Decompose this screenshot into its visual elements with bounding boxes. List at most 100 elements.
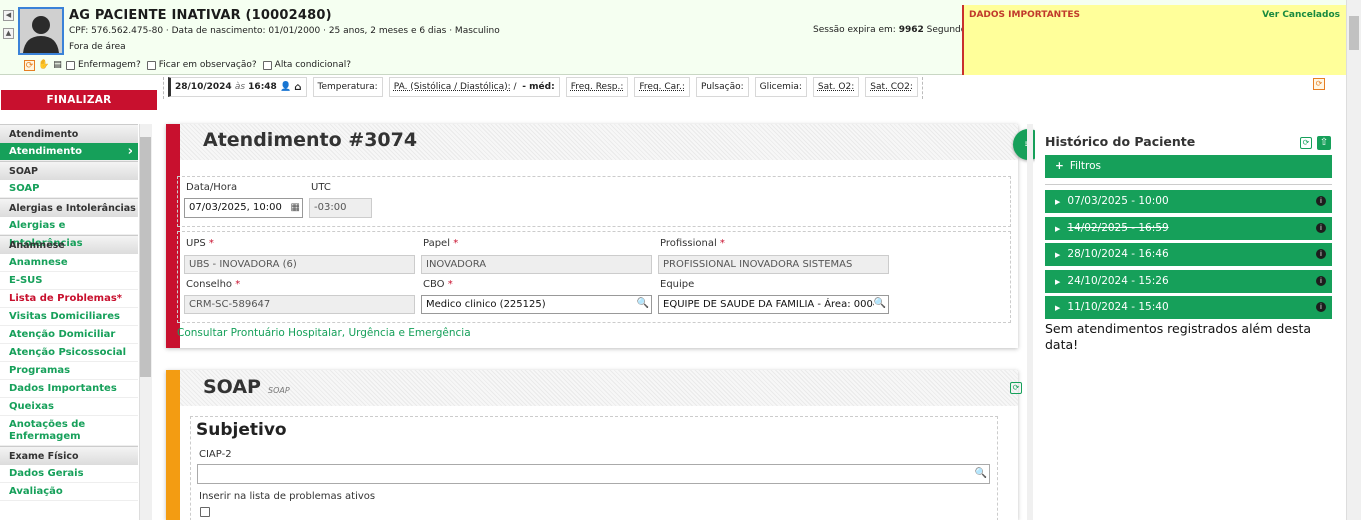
profissional-input[interactable]: PROFISSIONAL INOVADORA SISTEMAS	[658, 255, 889, 274]
sidebar-section-header: SOAP	[0, 161, 138, 180]
sidebar-item[interactable]: Atenção Psicossocial	[0, 344, 138, 362]
cbo-input[interactable]: Medico clinico (225125) 🔍	[421, 295, 652, 314]
sidebar-item[interactable]: Lista de Problemas*	[0, 290, 138, 308]
vital-temperatura[interactable]: Temperatura:	[312, 77, 383, 97]
info-icon[interactable]: i	[1316, 275, 1326, 286]
session-timer: Sessão expira em: 9962 Segundos	[813, 25, 971, 35]
equipe-input[interactable]: EQUIPE DE SAUDE DA FAMILIA - Área: 0004 …	[658, 295, 889, 314]
history-entry[interactable]: ▶ 24/10/2024 - 15:26 i	[1045, 269, 1332, 293]
vital-glicemia[interactable]: Glicemia:	[754, 77, 807, 97]
view-cancelled-link[interactable]: Ver Cancelados	[1262, 10, 1340, 20]
important-data-title: DADOS IMPORTANTES	[969, 10, 1080, 20]
refresh-icon[interactable]: ⟳	[24, 59, 35, 71]
insert-problem-checkbox[interactable]	[200, 507, 210, 517]
vital-pa-med: - méd:	[522, 82, 555, 92]
home-icon[interactable]: ⌂	[294, 82, 301, 93]
collapse-up-icon[interactable]: ▲	[3, 28, 14, 39]
professional-fieldset: UPS * UBS - INOVADORA (6) Papel * INOVAD…	[177, 231, 1011, 323]
vitals-refresh-icon[interactable]: ⟳	[1313, 78, 1325, 90]
sidebar-item[interactable]: Atenção Domiciliar	[0, 326, 138, 344]
history-refresh-icon[interactable]: ⟳	[1300, 137, 1312, 149]
vital-freq-resp[interactable]: Freq. Resp.:	[565, 77, 629, 97]
sidebar-menu: Atendimento Atendimento › SOAP SOAP Alergias …	[0, 124, 138, 520]
vital-sat-o2[interactable]: Sat. O2:	[812, 77, 860, 97]
history-title: Histórico do Paciente	[1045, 134, 1196, 149]
utc-input[interactable]: -03:00	[309, 198, 372, 218]
vitals-datetime: 28/10/2024 às 16:48 👤 ⌂	[168, 77, 307, 97]
vital-label: PA. (Sistólica / Diastólica):	[393, 82, 511, 92]
sidebar-item[interactable]: Dados Gerais	[0, 465, 138, 483]
insert-problem-label: Inserir na lista de problemas ativos	[199, 491, 376, 502]
search-icon[interactable]: 🔍	[873, 298, 886, 310]
history-entry[interactable]: ▶ 14/02/2025 - 16:59 i	[1045, 216, 1332, 240]
calendar-icon[interactable]: ▦	[291, 202, 300, 214]
history-entry[interactable]: ▶ 11/10/2024 - 15:40 i	[1045, 296, 1332, 319]
filters-label: Filtros	[1069, 160, 1102, 172]
alta-checkbox[interactable]	[262, 60, 272, 70]
search-icon[interactable]: 🔍	[975, 468, 987, 480]
vital-label: Pulsação:	[700, 82, 744, 92]
sidebar-item[interactable]: Dados Importantes	[0, 380, 138, 398]
sidebar-item[interactable]: Atendimento ›	[0, 143, 138, 161]
sidebar-item[interactable]: Visitas Domiciliares	[0, 308, 138, 326]
history-upload-icon[interactable]: ⇧	[1317, 136, 1331, 150]
patient-header: ◀ ▲ AG PACIENTE INATIVAR (10002480) CPF:…	[0, 0, 1361, 75]
history-separator	[1045, 184, 1332, 185]
search-icon[interactable]: 🔍	[637, 298, 649, 310]
soap-accent-bar	[166, 370, 180, 520]
page-scrollbar[interactable]	[1346, 75, 1361, 520]
ciap-label: CIAP-2	[199, 449, 232, 460]
ciap-input[interactable]: 🔍	[197, 464, 990, 484]
conselho-input[interactable]: CRM-SC-589647	[184, 295, 415, 314]
sidebar-item[interactable]: Programas	[0, 362, 138, 380]
sidebar-item[interactable]: Anamnese	[0, 254, 138, 272]
info-icon[interactable]: i	[1316, 222, 1326, 233]
user-icon[interactable]: 👤	[280, 82, 291, 92]
panel-divider[interactable]	[1027, 124, 1033, 520]
info-icon[interactable]: i	[1316, 196, 1326, 206]
sidebar-item[interactable]: Queixas	[0, 398, 138, 416]
finalize-attendance-button[interactable]: FINALIZAR ATENDIMENTO	[1, 90, 157, 126]
papel-input[interactable]: INOVADORA	[421, 255, 652, 274]
sidebar-item[interactable]: Anotações de Enfermagem	[0, 416, 138, 446]
sidebar-section-header: Exame Físico	[0, 446, 138, 465]
sidebar-scroll-thumb[interactable]	[140, 137, 151, 377]
hand-icon[interactable]: ✋	[38, 60, 49, 71]
history-entry[interactable]: ▶ 07/03/2025 - 10:00 i	[1045, 190, 1332, 213]
vital-freq-car[interactable]: Freq. Car.:	[634, 77, 690, 97]
conselho-label: Conselho *	[186, 279, 241, 290]
hospital-record-link[interactable]: Consultar Prontuário Hospitalar, Urgênci…	[177, 327, 471, 339]
vital-pulsacao[interactable]: Pulsação:	[695, 77, 749, 97]
document-icon[interactable]: ▤	[52, 60, 63, 71]
equipe-label: Equipe	[660, 279, 695, 290]
history-filters-toggle[interactable]: + Filtros	[1045, 155, 1332, 178]
subjetivo-title: Subjetivo	[196, 420, 287, 440]
collapse-left-icon[interactable]: ◀	[3, 10, 14, 21]
datetime-label: Data/Hora	[186, 182, 238, 193]
sidebar-item[interactable]: Alergias e Intolerâncias	[0, 217, 138, 249]
ups-input[interactable]: UBS - INOVADORA (6)	[184, 255, 415, 274]
papel-label: Papel *	[423, 238, 459, 249]
info-icon[interactable]: i	[1316, 249, 1326, 259]
vitals-date: 28/10/2024	[175, 82, 232, 92]
info-icon[interactable]: i	[1316, 302, 1326, 312]
vitals-bar: 28/10/2024 às 16:48 👤 ⌂ Temperatura: PA.…	[163, 77, 923, 99]
sidebar-item[interactable]: E-SUS	[0, 272, 138, 290]
vital-sat-co2[interactable]: Sat. CO2:	[865, 77, 918, 97]
patient-area: Fora de área	[69, 42, 126, 52]
expand-icon: ▶	[1055, 251, 1061, 259]
sidebar-item[interactable]: Avaliação	[0, 483, 138, 501]
vital-pa[interactable]: PA. (Sistólica / Diastólica): / - méd:	[388, 77, 560, 97]
observacao-checkbox[interactable]	[146, 60, 156, 70]
enfermagem-checkbox[interactable]	[66, 60, 75, 70]
sidebar-item[interactable]: SOAP	[0, 180, 138, 198]
datetime-input[interactable]: 07/03/2025, 10:00 ▦	[184, 198, 303, 218]
soap-refresh-icon[interactable]: ⟳	[1010, 382, 1022, 394]
profissional-label: Profissional *	[660, 238, 725, 249]
session-label: Sessão expira em:	[813, 25, 896, 35]
header-scrollbar[interactable]	[1346, 0, 1361, 75]
subjetivo-section: Subjetivo CIAP-2 🔍 Inserir na lista de p…	[190, 416, 998, 520]
utc-label: UTC	[311, 182, 331, 193]
history-entry[interactable]: ▶ 28/10/2024 - 16:46 i	[1045, 243, 1332, 266]
expand-icon: ▶	[1055, 277, 1061, 286]
